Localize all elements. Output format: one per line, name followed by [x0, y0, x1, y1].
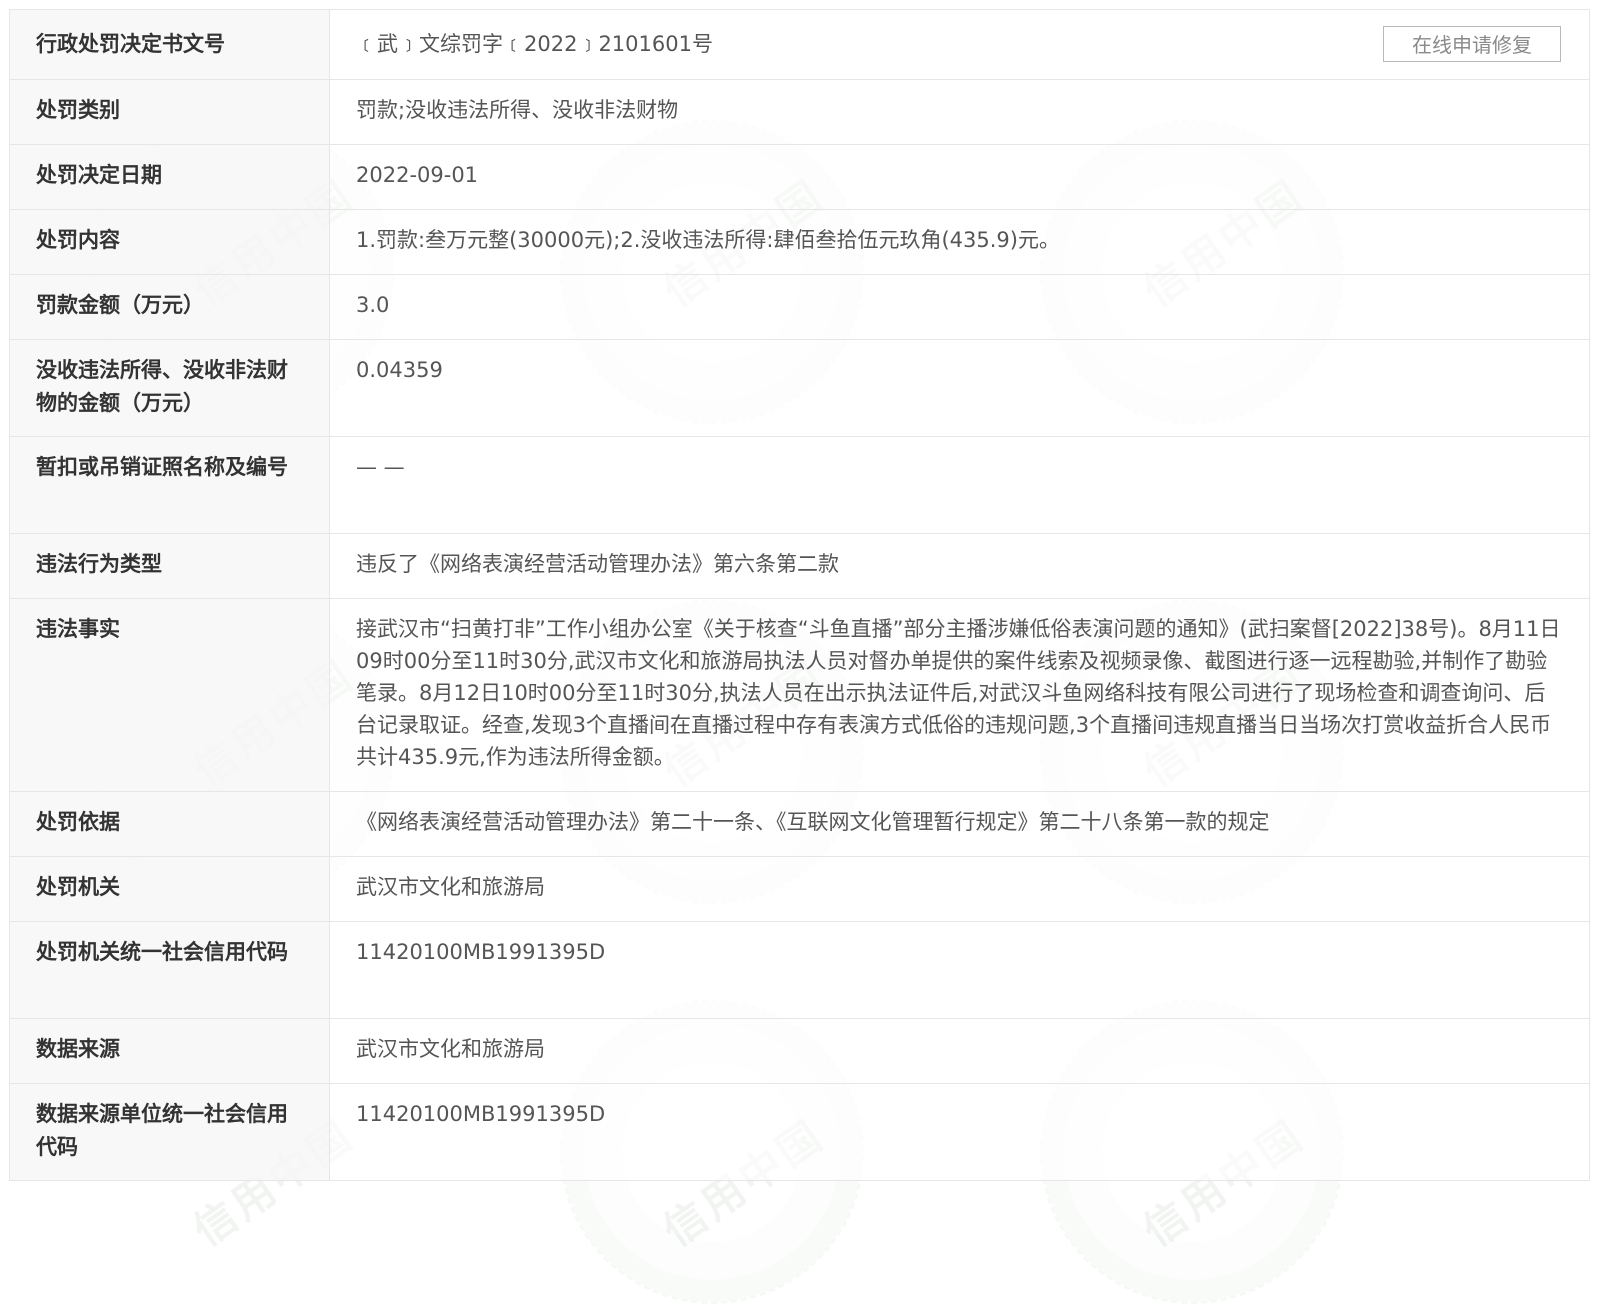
- field-label-authority-credit-code: 处罚机关统一社会信用代码: [9, 921, 330, 1019]
- table-row: 处罚机关 武汉市文化和旅游局: [9, 856, 1590, 922]
- field-value-penalty-authority: 武汉市文化和旅游局: [329, 856, 1590, 922]
- field-label-fine-amount: 罚款金额（万元）: [9, 274, 330, 340]
- field-value-penalty-category: 罚款;没收违法所得、没收非法财物: [329, 79, 1590, 145]
- online-repair-button[interactable]: 在线申请修复: [1383, 26, 1561, 62]
- field-value-source-credit-code: 11420100MB1991395D: [329, 1083, 1590, 1181]
- table-row: 行政处罚决定书文号 ﹝武﹞文综罚字﹝2022﹞2101601号 在线申请修复: [9, 9, 1590, 80]
- table-row: 没收违法所得、没收非法财物的金额（万元） 0.04359: [9, 339, 1590, 437]
- field-label-source-credit-code: 数据来源单位统一社会信用代码: [9, 1083, 330, 1181]
- table-row: 暂扣或吊销证照名称及编号 — —: [9, 436, 1590, 534]
- field-label-decision-number: 行政处罚决定书文号: [9, 9, 330, 80]
- table-row: 处罚机关统一社会信用代码 11420100MB1991395D: [9, 921, 1590, 1019]
- table-row: 处罚类别 罚款;没收违法所得、没收非法财物: [9, 79, 1590, 145]
- field-value-decision-number: ﹝武﹞文综罚字﹝2022﹞2101601号: [356, 32, 713, 56]
- field-value-penalty-content: 1.罚款:叁万元整(30000元);2.没收违法所得:肆佰叁拾伍元玖角(435.…: [329, 209, 1590, 275]
- field-label-confiscation-amount: 没收违法所得、没收非法财物的金额（万元）: [9, 339, 330, 437]
- field-value-fine-amount: 3.0: [329, 274, 1590, 340]
- field-label-license-suspension: 暂扣或吊销证照名称及编号: [9, 436, 330, 534]
- table-row: 罚款金额（万元） 3.0: [9, 274, 1590, 340]
- field-value-license-suspension: — —: [329, 436, 1590, 534]
- penalty-info-table: 行政处罚决定书文号 ﹝武﹞文综罚字﹝2022﹞2101601号 在线申请修复 处…: [9, 9, 1590, 1181]
- field-value-decision-date: 2022-09-01: [329, 144, 1590, 210]
- field-label-penalty-authority: 处罚机关: [9, 856, 330, 922]
- field-label-decision-date: 处罚决定日期: [9, 144, 330, 210]
- field-label-data-source: 数据来源: [9, 1018, 330, 1084]
- field-value-penalty-basis: 《网络表演经营活动管理办法》第二十一条、《互联网文化管理暂行规定》第二十八条第一…: [329, 791, 1590, 857]
- field-value-violation-facts: 接武汉市“扫黄打非”工作小组办公室《关于核查“斗鱼直播”部分主播涉嫌低俗表演问题…: [329, 598, 1590, 792]
- field-value-cell: ﹝武﹞文综罚字﹝2022﹞2101601号 在线申请修复: [329, 9, 1590, 80]
- table-row: 违法事实 接武汉市“扫黄打非”工作小组办公室《关于核查“斗鱼直播”部分主播涉嫌低…: [9, 598, 1590, 792]
- field-label-penalty-category: 处罚类别: [9, 79, 330, 145]
- field-value-authority-credit-code: 11420100MB1991395D: [329, 921, 1590, 1019]
- table-row: 数据来源 武汉市文化和旅游局: [9, 1018, 1590, 1084]
- table-row: 处罚依据 《网络表演经营活动管理办法》第二十一条、《互联网文化管理暂行规定》第二…: [9, 791, 1590, 857]
- table-row: 数据来源单位统一社会信用代码 11420100MB1991395D: [9, 1083, 1590, 1181]
- field-label-violation-type: 违法行为类型: [9, 533, 330, 599]
- field-value-violation-type: 违反了《网络表演经营活动管理办法》第六条第二款: [329, 533, 1590, 599]
- field-label-violation-facts: 违法事实: [9, 598, 330, 792]
- table-row: 处罚决定日期 2022-09-01: [9, 144, 1590, 210]
- field-label-penalty-content: 处罚内容: [9, 209, 330, 275]
- table-row: 处罚内容 1.罚款:叁万元整(30000元);2.没收违法所得:肆佰叁拾伍元玖角…: [9, 209, 1590, 275]
- table-row: 违法行为类型 违反了《网络表演经营活动管理办法》第六条第二款: [9, 533, 1590, 599]
- field-value-confiscation-amount: 0.04359: [329, 339, 1590, 437]
- field-value-data-source: 武汉市文化和旅游局: [329, 1018, 1590, 1084]
- field-label-penalty-basis: 处罚依据: [9, 791, 330, 857]
